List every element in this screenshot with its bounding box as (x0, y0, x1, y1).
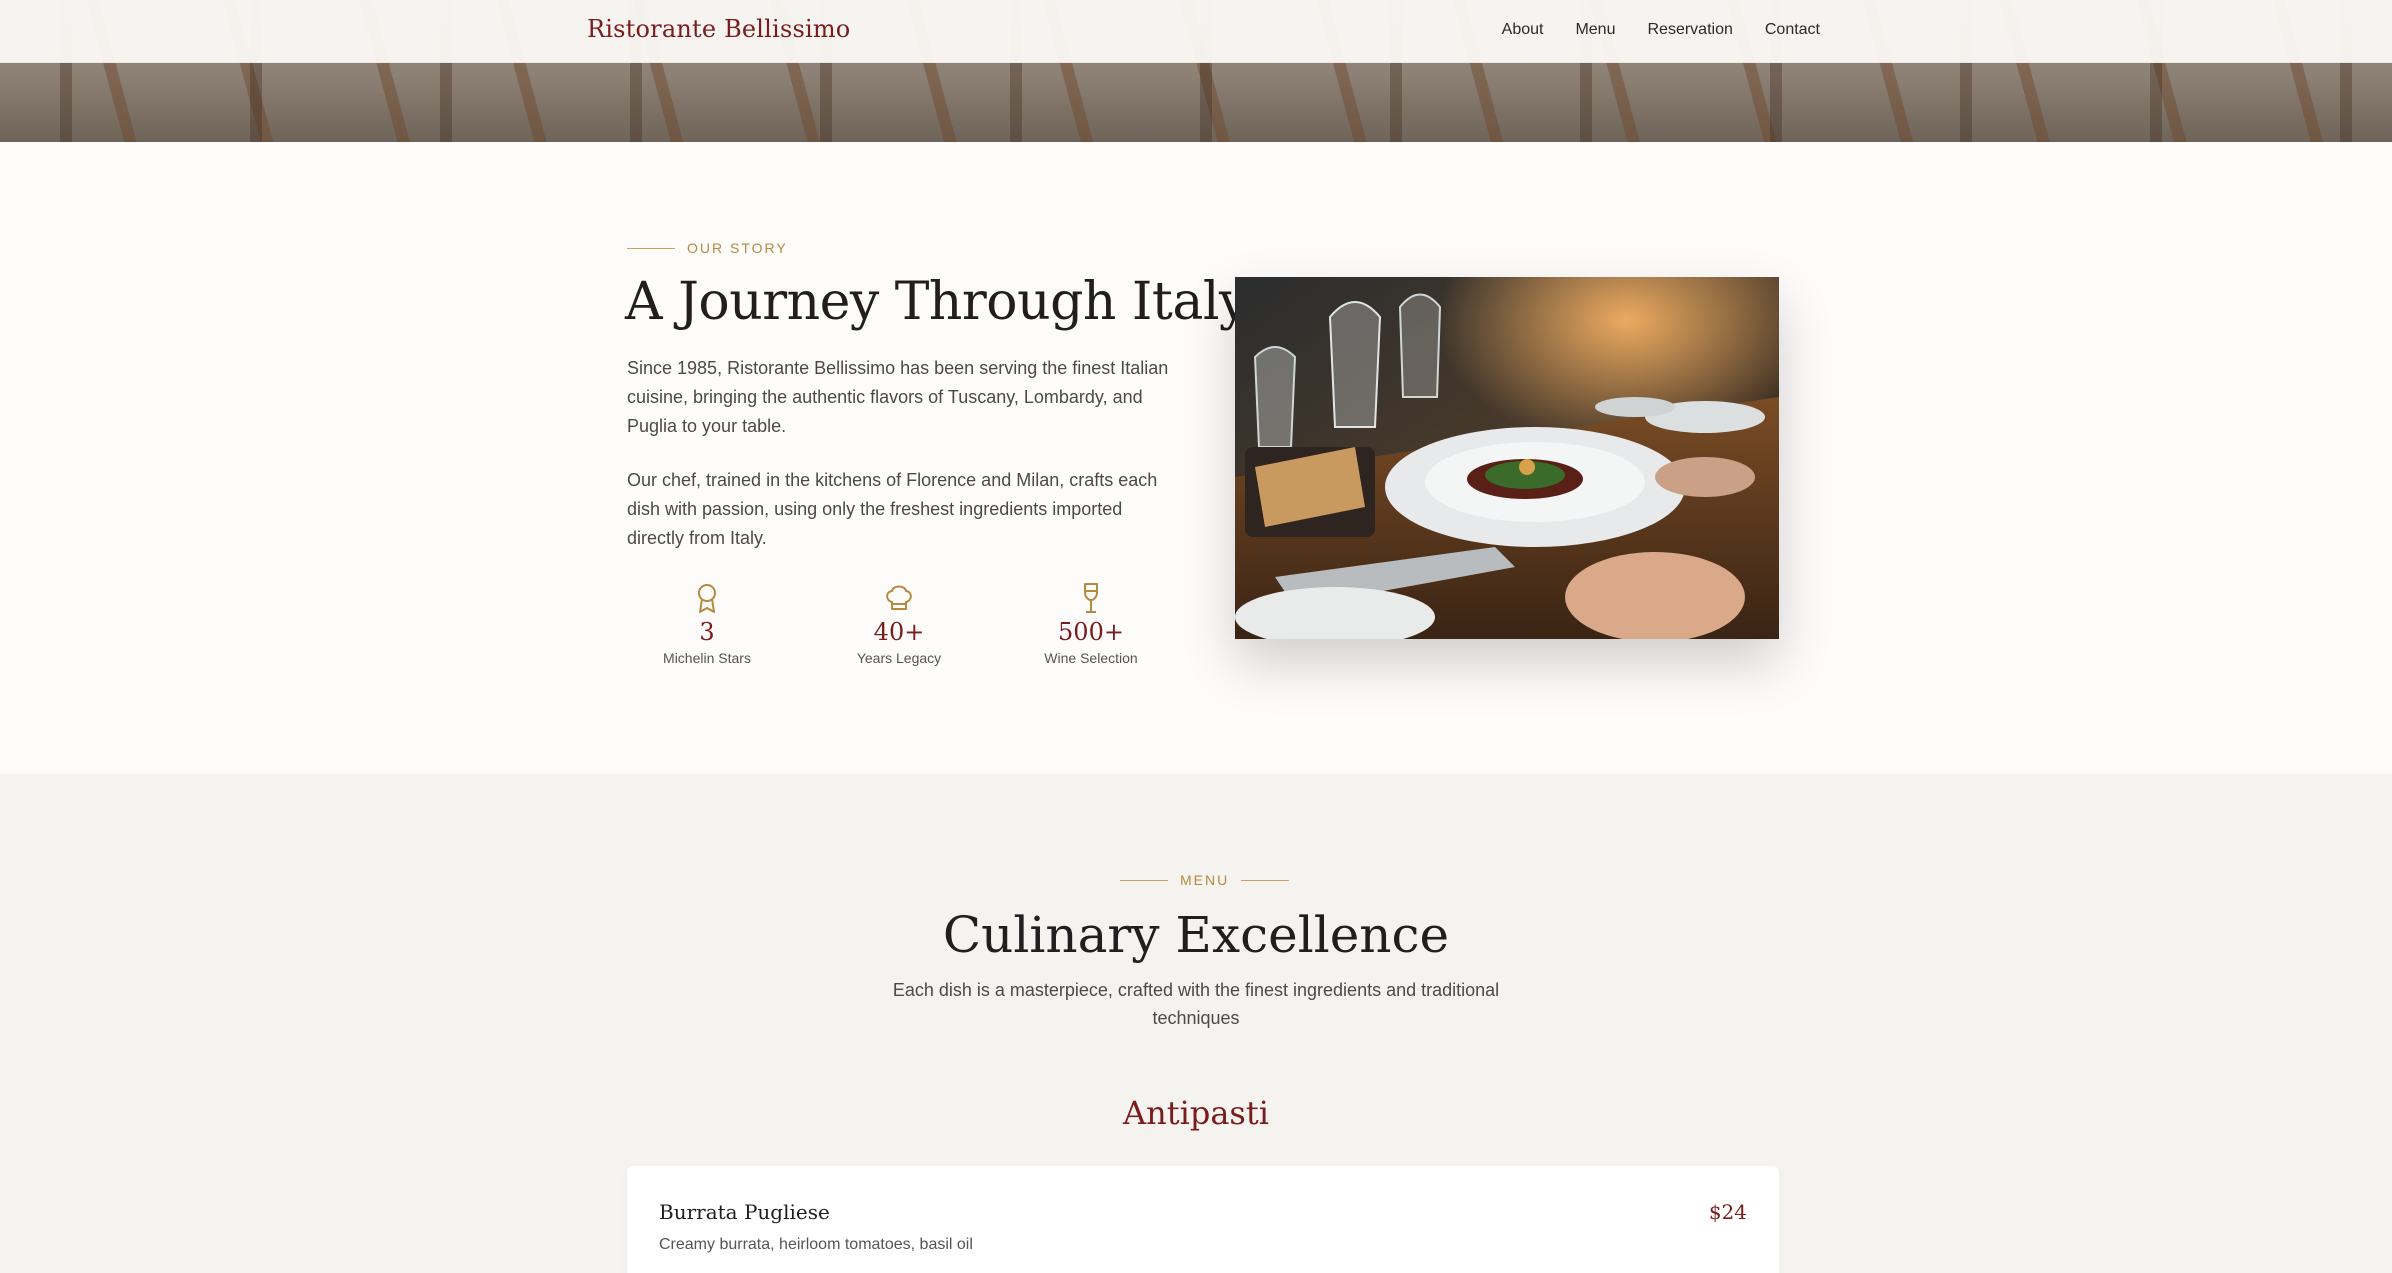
brand-logo[interactable]: Ristorante Bellissimo (587, 15, 850, 43)
menu-subtitle: Each dish is a masterpiece, crafted with… (892, 980, 1500, 1028)
story-title: A Journey Through Italy (625, 272, 1248, 332)
nav-links: About Menu Reservation Contact (1502, 21, 1820, 39)
menu-item-description: Creamy burrata, heirloom tomatoes, basil… (659, 1236, 973, 1253)
top-navigation: Ristorante Bellissimo About Menu Reserva… (0, 0, 2392, 63)
eyebrow-divider (1120, 879, 1168, 881)
nav-link-contact[interactable]: Contact (1765, 21, 1820, 39)
menu-item-price: $24 (1708, 1200, 1747, 1224)
menu-item-card[interactable]: Burrata Pugliese $24 Creamy burrata, hei… (627, 1166, 1779, 1273)
menu-title: Culinary Excellence (942, 906, 1450, 964)
stat-value: 40+ (873, 618, 925, 646)
story-section: OUR STORY A Journey Through Italy Since … (0, 142, 2392, 774)
dining-photo-illustration (1235, 277, 1779, 639)
nav-link-menu[interactable]: Menu (1575, 21, 1615, 39)
stat-label: Michelin Stars (663, 650, 751, 666)
stat-michelin: 3 Michelin Stars (627, 582, 787, 666)
stat-label: Wine Selection (1044, 650, 1138, 666)
stat-value: 500+ (1058, 618, 1124, 646)
stat-wine: 500+ Wine Selection (1011, 582, 1171, 666)
story-paragraph-1: Since 1985, Ristorante Bellissimo has be… (627, 358, 1169, 436)
stat-years: 40+ Years Legacy (819, 582, 979, 666)
menu-category-title: Antipasti (1123, 1094, 1269, 1132)
story-eyebrow: OUR STORY (627, 240, 788, 256)
award-icon (698, 584, 716, 613)
stats-row: 3 Michelin Stars 40+ Years Legacy 500+ W… (627, 582, 1165, 682)
menu-eyebrow-label: MENU (1180, 872, 1230, 888)
story-eyebrow-label: OUR STORY (687, 240, 788, 256)
eyebrow-divider (627, 247, 675, 249)
story-paragraph-2: Our chef, trained in the kitchens of Flo… (627, 470, 1158, 548)
menu-section: MENU Culinary Excellence Each dish is a … (0, 774, 2392, 1273)
stat-label: Years Legacy (856, 650, 942, 666)
wine-glass-icon (1084, 583, 1098, 613)
menu-eyebrow: MENU (1120, 872, 1290, 888)
stat-value: 3 (699, 618, 715, 646)
dining-table-photo (1235, 277, 1779, 639)
eyebrow-divider (1241, 879, 1290, 881)
chef-hat-icon (886, 585, 912, 610)
nav-link-about[interactable]: About (1502, 21, 1544, 39)
nav-link-reservation[interactable]: Reservation (1647, 21, 1732, 39)
menu-item-name: Burrata Pugliese (659, 1200, 830, 1224)
